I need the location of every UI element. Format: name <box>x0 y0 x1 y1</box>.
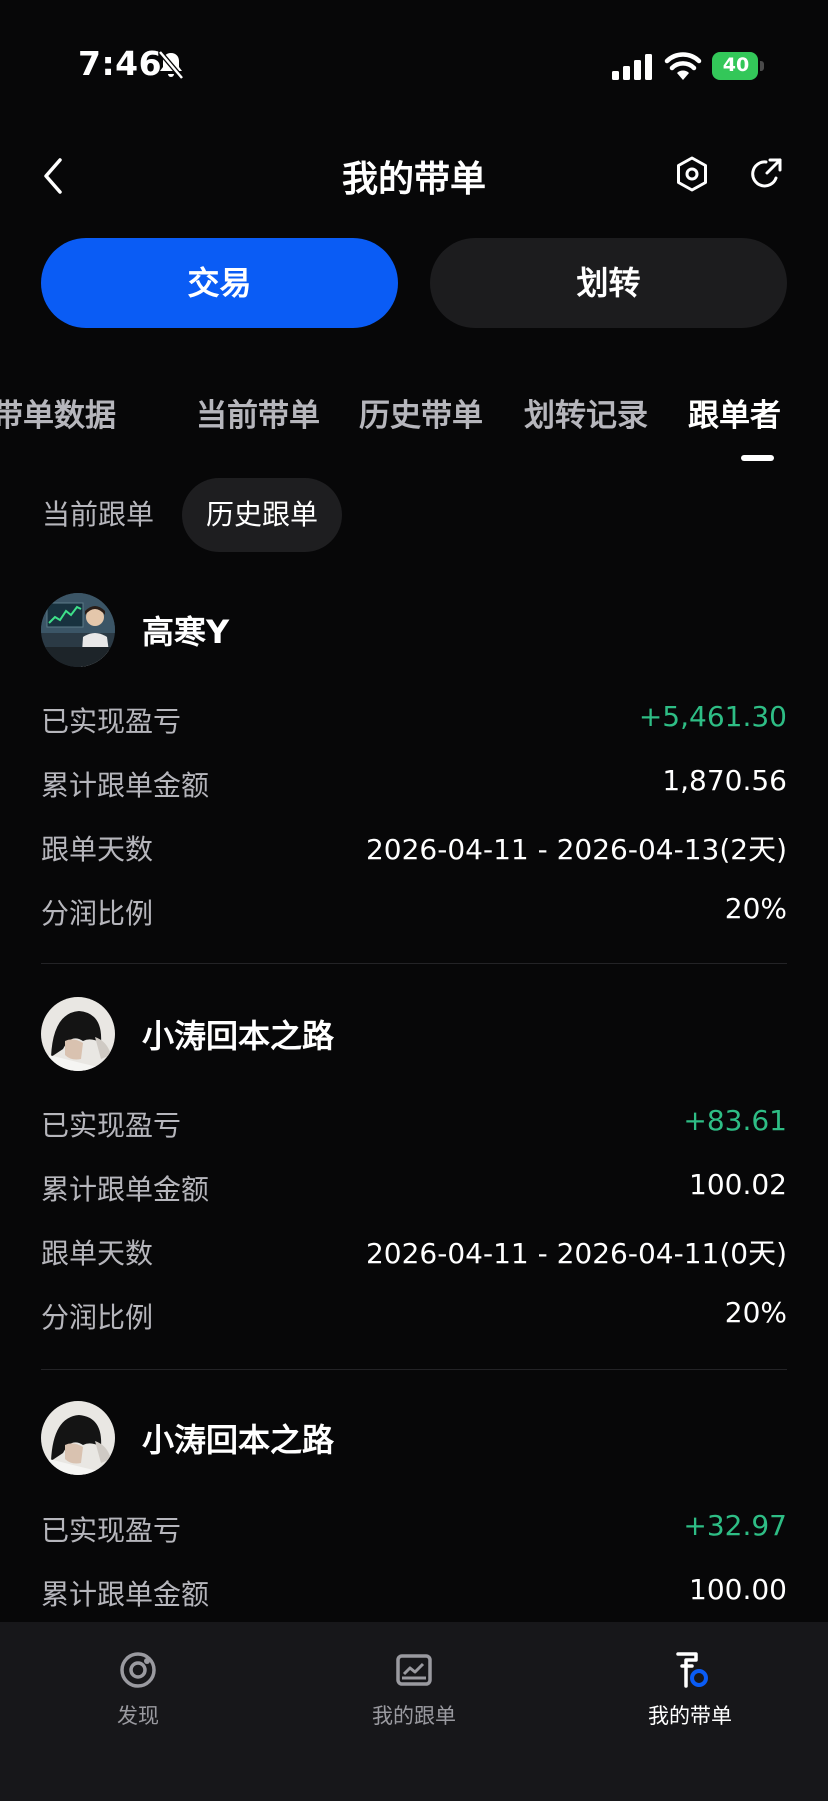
tab-indicator <box>741 455 774 461</box>
settings-icon[interactable] <box>672 154 712 194</box>
status-time: 7:46 <box>78 44 163 83</box>
follower-name: 小涛回本之路 <box>142 1017 335 1055</box>
realized-pnl-row: 已实现盈亏 +5,461.30 <box>41 700 787 740</box>
realized-pnl-row: 已实现盈亏 +83.61 <box>41 1104 787 1144</box>
tab-bar: 带单数据 当前带单 历史带单 划转记录 跟单者 <box>0 390 828 470</box>
status-bar: 7:46 40 <box>0 0 828 120</box>
total-amount-label: 累计跟单金额 <box>41 769 210 802</box>
subtab-current-follow[interactable]: 当前跟单 <box>42 478 154 552</box>
divider <box>41 1369 787 1370</box>
follow-days-value: 2026-04-11 - 2026-04-13(2天) <box>365 833 787 866</box>
avatar <box>41 593 115 667</box>
follow-days-row: 跟单天数 2026-04-11 - 2026-04-13(2天) <box>41 828 787 868</box>
realized-pnl-value: +5,461.30 <box>638 700 787 733</box>
lead-trade-icon <box>676 1652 708 1688</box>
tab-history-lead[interactable]: 历史带单 <box>359 390 483 435</box>
profit-share-label: 分润比例 <box>41 897 154 930</box>
page: 7:46 40 我的带单 交易 划转 带单数据 当前带单 历史带单 划转记录 跟… <box>0 0 828 1801</box>
chart-icon <box>396 1654 432 1686</box>
avatar <box>41 1401 115 1475</box>
total-amount-label: 累计跟单金额 <box>41 1173 210 1206</box>
trade-button[interactable]: 交易 <box>41 238 398 328</box>
follower-card[interactable]: 高寒Y 已实现盈亏 +5,461.30 累计跟单金额 1,870.56 跟单天数… <box>41 593 787 965</box>
discover-icon <box>120 1652 156 1688</box>
follow-days-label: 跟单天数 <box>41 833 154 866</box>
tab-lead-data[interactable]: 带单数据 <box>0 390 116 435</box>
follow-days-value: 2026-04-11 - 2026-04-11(0天) <box>365 1237 787 1270</box>
share-icon[interactable] <box>746 154 786 194</box>
battery-icon: 40 <box>712 52 764 80</box>
battery-level: 40 <box>722 54 750 76</box>
bottom-nav: 发现 我的跟单 我的带单 <box>0 1622 828 1801</box>
tab-followers[interactable]: 跟单者 <box>688 390 781 435</box>
avatar <box>41 997 115 1071</box>
follower-card[interactable]: 小涛回本之路 已实现盈亏 +32.97 累计跟单金额 100.00 <box>41 1401 787 1622</box>
header: 我的带单 <box>0 140 828 210</box>
nav-discover[interactable]: 发现 <box>38 1648 238 1730</box>
nav-my-lead[interactable]: 我的带单 <box>590 1648 790 1730</box>
follow-days-label: 跟单天数 <box>41 1237 154 1270</box>
realized-pnl-label: 已实现盈亏 <box>41 1109 182 1142</box>
realized-pnl-value: +83.61 <box>683 1104 787 1137</box>
profit-share-value: 20% <box>724 1296 787 1329</box>
divider <box>41 963 787 964</box>
nav-label: 我的跟单 <box>372 1704 456 1728</box>
realized-pnl-value: +32.97 <box>683 1509 787 1542</box>
nav-my-follow[interactable]: 我的跟单 <box>314 1648 514 1730</box>
total-amount-row: 累计跟单金额 100.02 <box>41 1168 787 1208</box>
follower-name: 小涛回本之路 <box>142 1421 335 1459</box>
nav-label: 发现 <box>117 1704 159 1728</box>
follower-name: 高寒Y <box>142 613 230 651</box>
wifi-icon <box>664 52 702 80</box>
bell-muted-icon <box>158 50 184 80</box>
signal-icon <box>612 54 652 80</box>
profit-share-row: 分润比例 20% <box>41 892 787 932</box>
tab-transfer-records[interactable]: 划转记录 <box>524 390 648 435</box>
profit-share-label: 分润比例 <box>41 1301 154 1334</box>
total-amount-label: 累计跟单金额 <box>41 1578 210 1611</box>
total-amount-value: 100.02 <box>689 1168 787 1201</box>
profit-share-row: 分润比例 20% <box>41 1296 787 1336</box>
subtab-history-follow[interactable]: 历史跟单 <box>182 478 343 552</box>
profit-share-value: 20% <box>724 892 787 925</box>
total-amount-row: 累计跟单金额 1,870.56 <box>41 764 787 804</box>
realized-pnl-label: 已实现盈亏 <box>41 1514 182 1547</box>
nav-label: 我的带单 <box>648 1704 732 1728</box>
follow-days-row: 跟单天数 2026-04-11 - 2026-04-11(0天) <box>41 1232 787 1272</box>
follower-card[interactable]: 小涛回本之路 已实现盈亏 +83.61 累计跟单金额 100.02 跟单天数 2… <box>41 997 787 1370</box>
total-amount-row: 累计跟单金额 100.00 <box>41 1573 787 1613</box>
total-amount-value: 1,870.56 <box>662 764 787 797</box>
tab-current-lead[interactable]: 当前带单 <box>196 390 320 435</box>
transfer-button[interactable]: 划转 <box>430 238 787 328</box>
total-amount-value: 100.00 <box>689 1573 787 1606</box>
realized-pnl-row: 已实现盈亏 +32.97 <box>41 1509 787 1549</box>
realized-pnl-label: 已实现盈亏 <box>41 705 182 738</box>
